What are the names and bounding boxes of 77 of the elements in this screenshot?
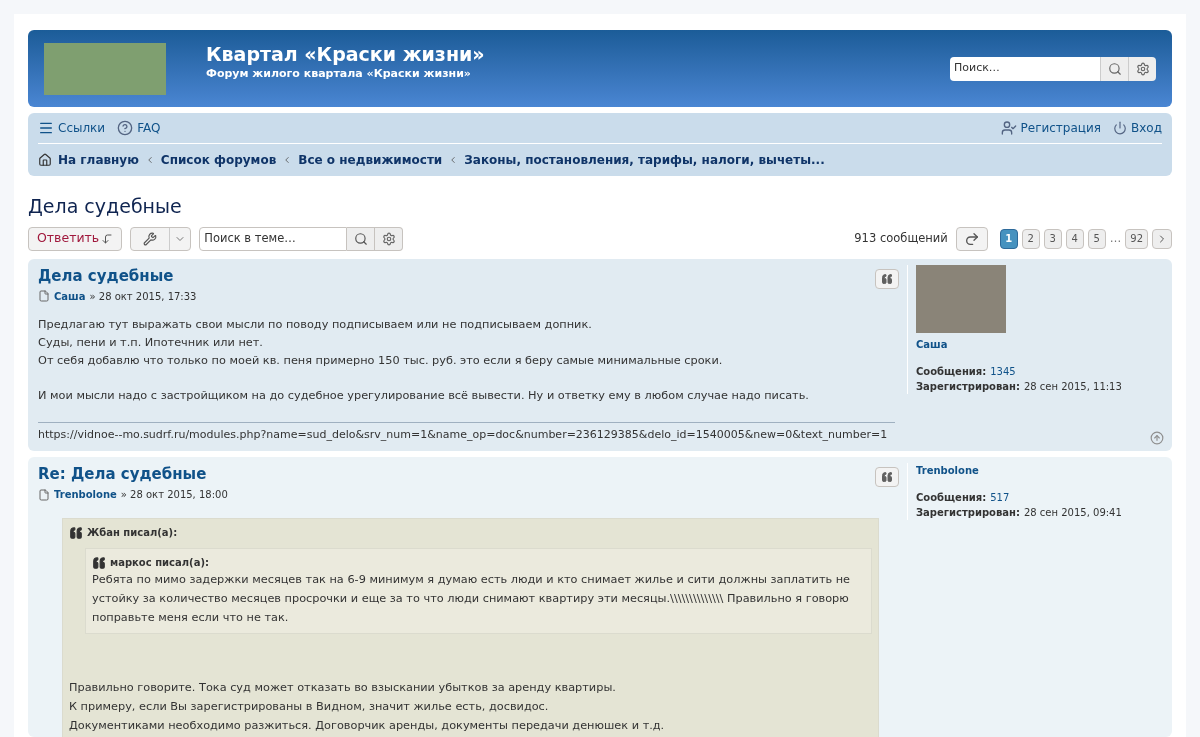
jump-arrow-icon bbox=[963, 230, 980, 247]
settings-icon bbox=[1135, 61, 1150, 76]
topic-search-field[interactable]: Поиск в теме… bbox=[199, 226, 348, 251]
post-author[interactable]: Саша bbox=[54, 288, 86, 304]
registered-date: 28 сен 2015, 09:41 bbox=[1023, 506, 1122, 520]
profile-username[interactable]: Trenbolone bbox=[916, 463, 1162, 478]
quote-text: Документиками необходимо разжиться. Договорчик аренды, документы передачи денюшек и т.д. bbox=[69, 718, 666, 734]
quote-button[interactable] bbox=[875, 268, 899, 289]
user-check-icon bbox=[1000, 120, 1017, 136]
nav-link[interactable]: Вход bbox=[1113, 119, 1162, 137]
post-title[interactable]: Дела судебные bbox=[38, 264, 174, 287]
page-button[interactable]: 92 bbox=[1125, 228, 1148, 249]
menu-icon bbox=[38, 120, 54, 136]
search-icon bbox=[1107, 61, 1122, 76]
post-date: » 28 окт 2015, 18:00 bbox=[120, 488, 228, 502]
post-text: От себя добавлю что только по моей кв. пеня примерно 150 тыс. руб. это если я беру самые минимальные сроки. bbox=[38, 352, 724, 369]
nav-link[interactable]: Ссылки bbox=[38, 119, 106, 137]
quote-mark-icon bbox=[92, 555, 106, 570]
settings-button[interactable] bbox=[1128, 56, 1156, 81]
quote-text: Ребята по мимо задержки месяцев так на 6-9 минимум я думаю есть люди и кто снимает жилье и сити должны заплатить не устойку за количество месяцев просрочки и еще за то что люди снимают квартиру эти месяцы.\\\\\\\\\\\\\\ Правильно я говорю поправьте меня если что не так. bbox=[92, 572, 852, 626]
reply-button[interactable]: Ответить bbox=[28, 226, 123, 251]
quote-author: Жбан писал(а): bbox=[87, 526, 178, 540]
registered-label: Зарегистрирован: bbox=[916, 506, 1020, 520]
quote-author: маркос писал(а): bbox=[110, 556, 209, 570]
page-button[interactable]: 3 bbox=[1043, 228, 1062, 249]
jump-to-page-button[interactable] bbox=[955, 226, 988, 251]
page-button[interactable]: 4 bbox=[1065, 228, 1084, 249]
topic-title[interactable]: Дела судебные bbox=[28, 192, 1172, 221]
registered-label: Зарегистрирован: bbox=[916, 379, 1020, 394]
quote-text: К примеру, если Вы зарегистрированы в Видном, значит жилье есть, досвидос. bbox=[69, 699, 550, 715]
post-icon bbox=[38, 290, 50, 302]
help-icon bbox=[117, 120, 134, 136]
pagination-ellipsis: … bbox=[1109, 229, 1122, 247]
search-button[interactable] bbox=[347, 226, 376, 251]
home-icon bbox=[38, 152, 52, 167]
quote-text: Правильно говорите. Тока суд может отказать во взыскании убытков за аренду квартиры. bbox=[69, 680, 617, 696]
posts-label: Сообщения: bbox=[916, 491, 987, 505]
settings-icon bbox=[381, 231, 396, 246]
power-icon bbox=[1113, 121, 1127, 135]
registered-date: 28 сен 2015, 11:13 bbox=[1023, 379, 1122, 394]
post-icon bbox=[38, 488, 50, 501]
page-button[interactable]: 1 bbox=[999, 228, 1018, 249]
reply-arrow-icon bbox=[101, 232, 114, 245]
post-text: Суды, пени и т.п. Ипотечник или нет. bbox=[38, 334, 264, 351]
breadcrumb-link[interactable]: На главную bbox=[58, 150, 139, 169]
search-icon bbox=[353, 231, 368, 246]
quote-button[interactable] bbox=[875, 467, 899, 487]
back-to-top-icon[interactable] bbox=[1150, 431, 1164, 445]
search-field[interactable]: Поиск… bbox=[950, 56, 1100, 81]
search-button[interactable] bbox=[1100, 56, 1128, 81]
quote-icon bbox=[881, 471, 893, 483]
post-count: 913 сообщений bbox=[854, 229, 948, 247]
quote-icon bbox=[881, 272, 893, 285]
post-author[interactable]: Trenbolone bbox=[54, 487, 117, 502]
posts-count[interactable]: 517 bbox=[990, 490, 1010, 505]
profile-username[interactable]: Саша bbox=[916, 336, 1162, 352]
next-page-button[interactable] bbox=[1152, 228, 1172, 249]
nav-link[interactable]: Регистрация bbox=[1000, 119, 1101, 137]
site-title[interactable]: Квартал «Краски жизни» bbox=[206, 42, 485, 67]
post-date: » 28 окт 2015, 17:33 bbox=[89, 289, 197, 304]
page-button[interactable]: 2 bbox=[1021, 228, 1040, 249]
site-subtitle: Форум жилого квартала «Краски жизни» bbox=[206, 66, 472, 83]
post-text: И мои мысли надо с застройщиком на до судебное урегулирование всё вывести. Ну и ответку ему в любом случае надо писать. bbox=[38, 387, 810, 404]
breadcrumb-link[interactable]: Все о недвижимости bbox=[298, 150, 443, 169]
posts-count[interactable]: 1345 bbox=[990, 363, 1016, 379]
post-text: Предлагаю тут выражать свои мысли по поводу подписываем или не подписываем допник. bbox=[38, 316, 593, 333]
breadcrumb-link[interactable]: Законы, постановления, тарифы, налоги, вычеты... bbox=[464, 150, 825, 169]
posts-label: Сообщения: bbox=[916, 364, 987, 379]
settings-button[interactable] bbox=[375, 226, 404, 251]
wrench-icon bbox=[143, 231, 158, 246]
nav-link[interactable]: FAQ bbox=[117, 119, 161, 137]
tools-button[interactable] bbox=[130, 226, 192, 251]
breadcrumb-link[interactable]: Список форумов bbox=[160, 150, 277, 169]
page-button[interactable]: 5 bbox=[1087, 228, 1106, 249]
quote-mark-icon bbox=[69, 525, 83, 540]
signature-text: https://vidnoe--mo.sudrf.ru/modules.php?name=sud_delo&srv_num=1&name_op=doc&number=236129385&delo_id=1540005&new=0&text_number=1 bbox=[38, 426, 889, 443]
post-title[interactable]: Re: Дела судебные bbox=[38, 463, 207, 486]
